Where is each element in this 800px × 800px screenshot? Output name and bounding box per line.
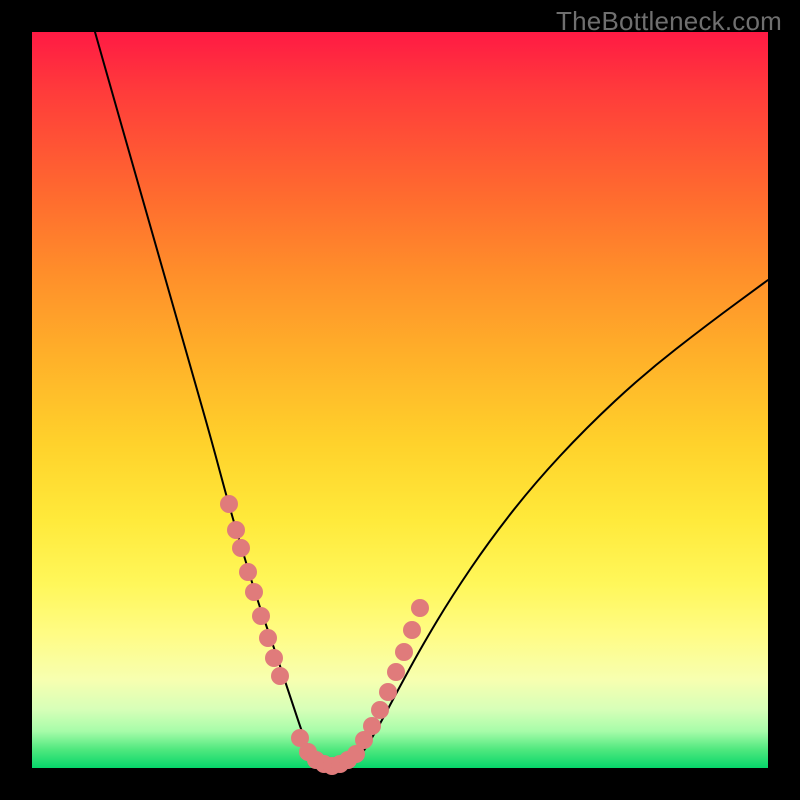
data-point-dot (371, 701, 389, 719)
data-point-dot (265, 649, 283, 667)
data-point-dot (379, 683, 397, 701)
data-point-dot (220, 495, 238, 513)
data-point-dot (395, 643, 413, 661)
data-point-dot (239, 563, 257, 581)
data-point-dot (245, 583, 263, 601)
data-point-dot (252, 607, 270, 625)
data-point-dot (271, 667, 289, 685)
data-point-dot (403, 621, 421, 639)
dot-cluster-right (355, 599, 429, 749)
data-point-dot (363, 717, 381, 735)
curve-right (354, 280, 768, 764)
data-point-dot (232, 539, 250, 557)
chart-plot-area (32, 32, 768, 768)
dot-cluster-left (220, 495, 289, 685)
data-point-dot (259, 629, 277, 647)
data-point-dot (227, 521, 245, 539)
data-point-dot (387, 663, 405, 681)
data-point-dot (411, 599, 429, 617)
chart-svg (32, 32, 768, 768)
dot-cluster-floor (291, 729, 365, 775)
